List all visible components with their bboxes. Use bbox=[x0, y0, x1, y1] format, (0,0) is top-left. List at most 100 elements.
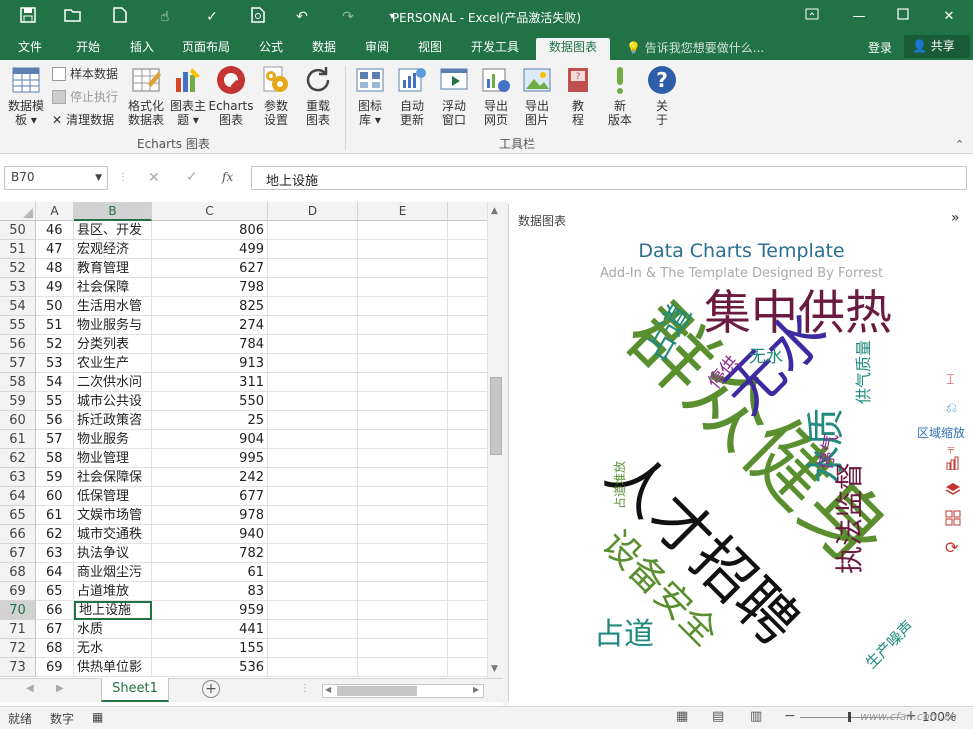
cell-f[interactable] bbox=[448, 639, 488, 658]
vertical-scrollbar[interactable]: ▲ ▼ bbox=[487, 202, 503, 678]
cell-c[interactable]: 499 bbox=[152, 240, 268, 259]
cell-c[interactable]: 782 bbox=[152, 544, 268, 563]
cell-b[interactable]: 物业管理 bbox=[74, 449, 152, 468]
select-all-corner[interactable] bbox=[0, 202, 36, 221]
floating-window-button[interactable]: 浮动 窗口 bbox=[434, 64, 474, 127]
column-header-f[interactable] bbox=[448, 202, 488, 221]
cell-a[interactable]: 47 bbox=[36, 240, 74, 259]
about-button[interactable]: ? 关于 bbox=[644, 64, 680, 127]
cell-a[interactable]: 56 bbox=[36, 411, 74, 430]
tab-data[interactable]: 数据 bbox=[306, 38, 342, 60]
cell-d[interactable] bbox=[268, 506, 358, 525]
cell-f[interactable] bbox=[448, 297, 488, 316]
new-version-button[interactable]: 新版本 bbox=[602, 64, 638, 127]
row-header[interactable]: 71 bbox=[0, 620, 36, 639]
row-header[interactable]: 55 bbox=[0, 316, 36, 335]
cell-c[interactable]: 627 bbox=[152, 259, 268, 278]
cell-b[interactable]: 商业烟尘污 bbox=[74, 563, 152, 582]
cell-a[interactable]: 62 bbox=[36, 525, 74, 544]
row-header[interactable]: 72 bbox=[0, 639, 36, 658]
row-header[interactable]: 73 bbox=[0, 658, 36, 677]
cell-d[interactable] bbox=[268, 487, 358, 506]
cell-d[interactable] bbox=[268, 392, 358, 411]
scroll-up-icon[interactable]: ▲ bbox=[491, 206, 498, 216]
close-button[interactable]: ✕ bbox=[932, 4, 966, 30]
cell-c[interactable]: 940 bbox=[152, 525, 268, 544]
cell-a[interactable]: 55 bbox=[36, 392, 74, 411]
cell-c[interactable]: 978 bbox=[152, 506, 268, 525]
cell-e[interactable] bbox=[358, 620, 448, 639]
row-header[interactable]: 54 bbox=[0, 297, 36, 316]
cell-e[interactable] bbox=[358, 335, 448, 354]
cell-f[interactable] bbox=[448, 601, 488, 620]
cell-a[interactable]: 46 bbox=[36, 221, 74, 240]
format-table-button[interactable]: 格式化 数据表 bbox=[124, 64, 168, 127]
cell-c[interactable]: 155 bbox=[152, 639, 268, 658]
cell-e[interactable] bbox=[358, 658, 448, 677]
cell-c[interactable]: 825 bbox=[152, 297, 268, 316]
row-header[interactable]: 63 bbox=[0, 468, 36, 487]
tab-home[interactable]: 开始 bbox=[70, 38, 106, 60]
cell-d[interactable] bbox=[268, 297, 358, 316]
ribbon-display-icon[interactable] bbox=[795, 4, 829, 30]
cell-e[interactable] bbox=[358, 354, 448, 373]
cell-d[interactable] bbox=[268, 525, 358, 544]
cell-a[interactable]: 49 bbox=[36, 278, 74, 297]
cell-e[interactable] bbox=[358, 449, 448, 468]
cell-d[interactable] bbox=[268, 449, 358, 468]
minimize-button[interactable]: — bbox=[842, 4, 876, 30]
page-break-view-icon[interactable]: ▥ bbox=[750, 709, 762, 724]
toolbox-tiled-icon[interactable] bbox=[945, 510, 961, 529]
cell-b[interactable]: 农业生产 bbox=[74, 354, 152, 373]
row-header[interactable]: 66 bbox=[0, 525, 36, 544]
cell-b[interactable]: 占道堆放 bbox=[74, 582, 152, 601]
row-header[interactable]: 56 bbox=[0, 335, 36, 354]
cell-a[interactable]: 51 bbox=[36, 316, 74, 335]
horizontal-scrollbar[interactable]: ◀ ▶ bbox=[322, 684, 484, 698]
cell-c[interactable]: 904 bbox=[152, 430, 268, 449]
cell-e[interactable] bbox=[358, 544, 448, 563]
share-button[interactable]: 👤 共享 bbox=[904, 35, 970, 58]
sample-data-button[interactable]: 样本数据 bbox=[52, 65, 118, 83]
cell-b[interactable]: 二次供水问 bbox=[74, 373, 152, 392]
auto-update-button[interactable]: 自动 更新 bbox=[392, 64, 432, 127]
cell-b[interactable]: 宏观经济 bbox=[74, 240, 152, 259]
column-header-c[interactable]: C bbox=[152, 202, 268, 221]
cell-d[interactable] bbox=[268, 240, 358, 259]
name-box-dropdown-icon[interactable]: ▼ bbox=[95, 173, 102, 183]
cell-d[interactable] bbox=[268, 658, 358, 677]
cell-c[interactable]: 536 bbox=[152, 658, 268, 677]
tab-file[interactable]: 文件 bbox=[12, 38, 48, 60]
cell-e[interactable] bbox=[358, 240, 448, 259]
cell-d[interactable] bbox=[268, 620, 358, 639]
cell-c[interactable]: 913 bbox=[152, 354, 268, 373]
cell-e[interactable] bbox=[358, 487, 448, 506]
cell-d[interactable] bbox=[268, 601, 358, 620]
cell-d[interactable] bbox=[268, 335, 358, 354]
cell-e[interactable] bbox=[358, 639, 448, 658]
stop-execution-button[interactable]: 停止执行 bbox=[52, 88, 118, 106]
cell-e[interactable] bbox=[358, 316, 448, 335]
macro-record-icon[interactable]: ▦ bbox=[92, 710, 103, 724]
cell-f[interactable] bbox=[448, 411, 488, 430]
row-header[interactable]: 70 bbox=[0, 601, 36, 620]
cell-e[interactable] bbox=[358, 221, 448, 240]
cell-e[interactable] bbox=[358, 373, 448, 392]
cell-c[interactable]: 677 bbox=[152, 487, 268, 506]
cell-e[interactable] bbox=[358, 468, 448, 487]
cell-f[interactable] bbox=[448, 544, 488, 563]
tab-review[interactable]: 审阅 bbox=[359, 38, 395, 60]
cell-f[interactable] bbox=[448, 430, 488, 449]
chart-theme-button[interactable]: 图表主题 ▾ bbox=[168, 64, 208, 127]
cell-e[interactable] bbox=[358, 563, 448, 582]
cell-a[interactable]: 67 bbox=[36, 620, 74, 639]
cell-c[interactable]: 550 bbox=[152, 392, 268, 411]
cell-d[interactable] bbox=[268, 221, 358, 240]
tab-developer[interactable]: 开发工具 bbox=[465, 38, 525, 60]
cell-c[interactable]: 784 bbox=[152, 335, 268, 354]
tab-split-grip-icon[interactable]: ⋮ bbox=[300, 683, 310, 694]
zoom-out-icon[interactable]: − bbox=[784, 708, 796, 724]
vertical-scroll-thumb[interactable] bbox=[490, 377, 502, 455]
confirm-entry-icon[interactable]: ✓ bbox=[186, 169, 198, 185]
cell-b[interactable]: 低保管理 bbox=[74, 487, 152, 506]
